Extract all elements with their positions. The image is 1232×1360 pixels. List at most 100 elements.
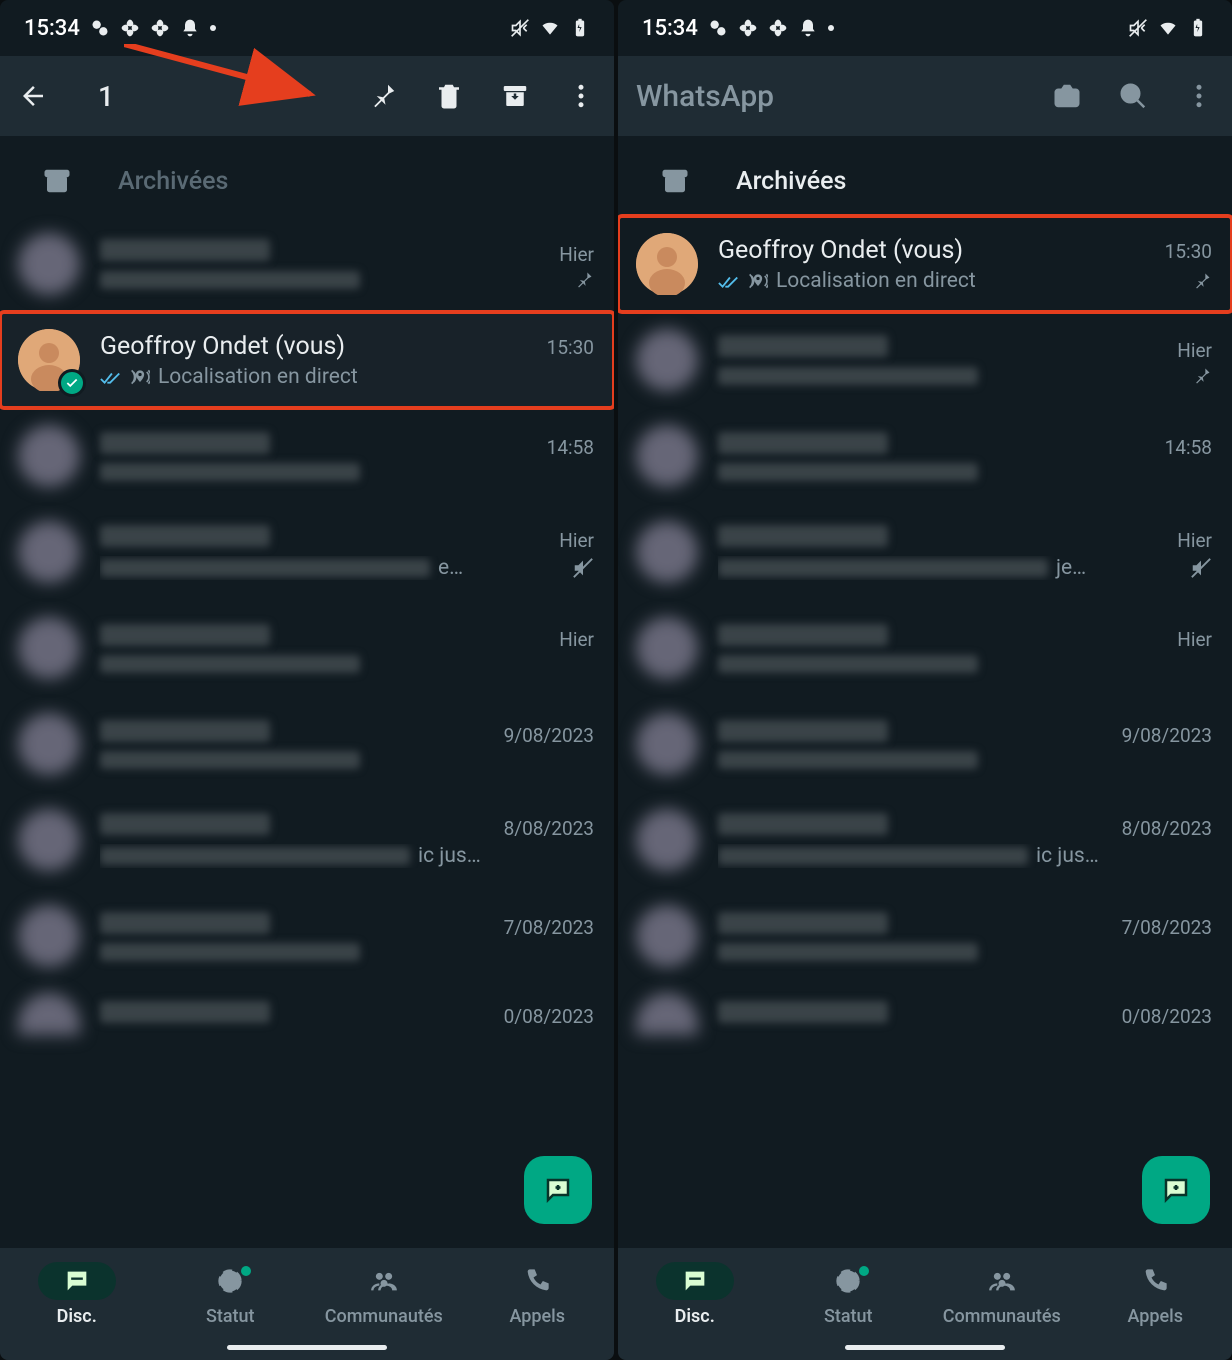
phone-icon [1116, 1262, 1194, 1300]
chat-row[interactable]: 7/08/2023 [0, 888, 614, 984]
nav-communities[interactable]: Communautés [932, 1262, 1072, 1327]
delete-icon[interactable] [434, 81, 464, 111]
read-ticks-icon [718, 273, 740, 289]
archive-box-icon [660, 166, 690, 196]
fan-icon [120, 18, 140, 38]
battery-icon [570, 18, 590, 38]
fan-icon [768, 18, 788, 38]
avatar [636, 329, 698, 391]
avatar [18, 521, 80, 583]
status-time: 15:34 [642, 16, 698, 41]
avatar [18, 233, 80, 295]
phone-right: 15:34 WhatsApp Archivées [618, 0, 1232, 1360]
archive-box-icon [42, 166, 72, 196]
pin-icon[interactable] [368, 81, 398, 111]
pin-icon [1192, 271, 1212, 291]
chat-row[interactable]: Hier e… [0, 504, 614, 600]
status-dot [210, 25, 216, 31]
battery-icon [1188, 18, 1208, 38]
selection-app-bar: 1 [0, 56, 614, 136]
back-icon[interactable] [18, 81, 48, 111]
chat-row[interactable]: 14:58 [0, 408, 614, 504]
chat-row[interactable]: Hier je… [618, 504, 1232, 600]
more-icon[interactable] [1184, 81, 1214, 111]
phone-icon [498, 1262, 576, 1300]
archived-row[interactable]: Archivées [618, 146, 1232, 216]
app-title: WhatsApp [636, 79, 774, 114]
avatar [18, 425, 80, 487]
nav-status[interactable]: Statut [160, 1262, 300, 1327]
pin-icon [574, 270, 594, 290]
home-indicator [845, 1345, 1005, 1350]
new-chat-fab[interactable] [524, 1156, 592, 1224]
chat-sub-blur [100, 271, 360, 289]
status-time: 15:34 [24, 16, 80, 41]
chat-row-highlighted[interactable]: Geoffroy Ondet (vous) 15:30 Localisation… [618, 216, 1232, 312]
chat-row[interactable]: 8/08/2023 ic jus… [618, 792, 1232, 888]
avatar [636, 993, 698, 1035]
location-live-icon [748, 271, 768, 291]
new-chat-fab[interactable] [1142, 1156, 1210, 1224]
status-icon [809, 1262, 887, 1300]
chat-row[interactable]: 14:58 [618, 408, 1232, 504]
home-indicator [227, 1345, 387, 1350]
nav-calls[interactable]: Appels [1085, 1262, 1225, 1327]
chat-row[interactable]: 9/08/2023 [618, 696, 1232, 792]
mute-icon [1190, 557, 1212, 579]
camera-icon[interactable] [1052, 81, 1082, 111]
nav-communities[interactable]: Communautés [314, 1262, 454, 1327]
chat-time: Hier [559, 243, 594, 266]
chat-row[interactable]: Hier [0, 600, 614, 696]
mute-icon [510, 18, 530, 38]
avatar [18, 713, 80, 775]
chat-row[interactable]: Hier [618, 312, 1232, 408]
nav-chats[interactable]: Disc. [625, 1262, 765, 1327]
location-live-icon [130, 367, 150, 387]
wifi-icon [1158, 18, 1178, 38]
chat-row[interactable]: 0/08/2023 [0, 984, 614, 1044]
chat-row[interactable]: Hier [618, 600, 1232, 696]
search-icon[interactable] [1118, 81, 1148, 111]
chat-row-highlighted[interactable]: Geoffroy Ondet (vous) 15:30 Localisation… [0, 312, 614, 408]
chat-name: Geoffroy Ondet (vous) [718, 236, 963, 265]
fan-icon [738, 18, 758, 38]
chat-list: Archivées Hier [0, 136, 614, 1044]
archive-icon[interactable] [500, 81, 530, 111]
chat-row[interactable]: Hier [0, 216, 614, 312]
status-icon [191, 1262, 269, 1300]
communities-icon [345, 1262, 423, 1300]
chat-row[interactable]: 8/08/2023 ic jus… [0, 792, 614, 888]
avatar [18, 993, 80, 1035]
chat-subtitle: Localisation en direct [776, 269, 976, 293]
chat-name: Geoffroy Ondet (vous) [100, 332, 345, 361]
status-bar: 15:34 [0, 0, 614, 56]
avatar [636, 905, 698, 967]
bottom-nav: Disc. Statut Communautés Appels [0, 1248, 614, 1360]
communities-icon [963, 1262, 1041, 1300]
read-ticks-icon [100, 369, 122, 385]
wifi-icon [540, 18, 560, 38]
mute-icon [1128, 18, 1148, 38]
nav-calls[interactable]: Appels [467, 1262, 607, 1327]
more-icon[interactable] [566, 81, 596, 111]
archived-label: Archivées [118, 167, 228, 196]
archived-label: Archivées [736, 167, 846, 196]
avatar [636, 713, 698, 775]
chat-row[interactable]: 7/08/2023 [618, 888, 1232, 984]
nav-status[interactable]: Statut [778, 1262, 918, 1327]
selection-count: 1 [98, 80, 114, 113]
check-icon [58, 369, 86, 397]
chat-time: 15:30 [1165, 240, 1212, 263]
main-app-bar: WhatsApp [618, 56, 1232, 136]
mute-icon [572, 557, 594, 579]
status-dot [828, 25, 834, 31]
avatar [636, 809, 698, 871]
bell-icon [798, 18, 818, 38]
nav-chats[interactable]: Disc. [7, 1262, 147, 1327]
chat-row[interactable]: 9/08/2023 [0, 696, 614, 792]
avatar [636, 233, 698, 295]
archived-row[interactable]: Archivées [0, 146, 614, 216]
chat-icon [38, 1262, 116, 1300]
chat-row[interactable]: 0/08/2023 [618, 984, 1232, 1044]
bottom-nav: Disc. Statut Communautés Appels [618, 1248, 1232, 1360]
